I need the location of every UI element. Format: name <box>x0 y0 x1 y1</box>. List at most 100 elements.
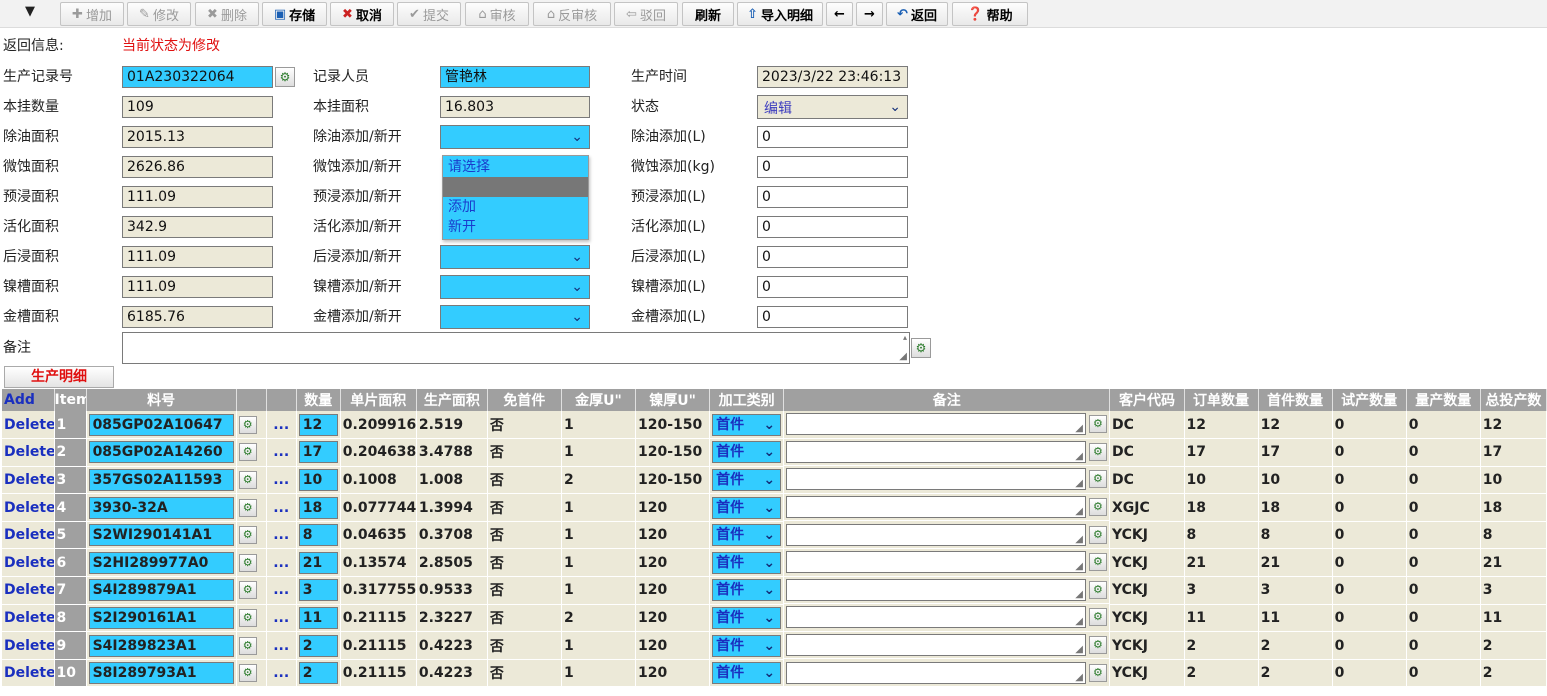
postdip-add-field[interactable]: 0 <box>757 246 908 268</box>
nickel-add-select[interactable]: ⌄ <box>440 275 590 299</box>
degrease-add-field[interactable]: 0 <box>757 126 908 148</box>
dropdown-list[interactable]: 请选择 添加 新开 <box>442 155 589 240</box>
next-record-button[interactable]: → <box>856 2 883 26</box>
delete-button[interactable]: ✖ 删除 <box>195 2 259 26</box>
delete-row-link[interactable]: Delete <box>2 604 55 633</box>
microetch-area-field[interactable]: 2626.86 <box>122 156 273 178</box>
resize-grip-icon[interactable]: ◢ <box>1075 534 1083 545</box>
qty-field[interactable]: 8 <box>298 524 338 547</box>
remark-field[interactable]: ◢ <box>786 634 1086 657</box>
add-row-link[interactable]: Add <box>2 389 55 411</box>
lookup-icon[interactable]: ⚙ <box>238 608 257 627</box>
resize-grip-icon[interactable]: ◢ <box>1075 644 1083 655</box>
qty-field[interactable]: 12 <box>298 413 338 436</box>
lookup-icon[interactable]: ⚙ <box>238 636 257 655</box>
predip-add-field[interactable]: 0 <box>757 186 908 208</box>
dropdown-option-add[interactable]: 添加 <box>443 197 588 217</box>
part-no-field[interactable]: S2I290161A1 <box>88 606 234 629</box>
process-type-select[interactable]: 首件 ⌄ <box>712 551 782 574</box>
qty-field[interactable]: 18 <box>298 496 338 519</box>
qty-field[interactable]: 2 <box>298 662 338 685</box>
add-button[interactable]: ✚ 增加 <box>60 2 124 26</box>
remark-field[interactable]: ◢ <box>786 440 1086 463</box>
remark-field[interactable]: ◢ <box>786 606 1086 629</box>
hang-qty-field[interactable]: 109 <box>122 96 273 118</box>
nickel-area-field[interactable]: 111.09 <box>122 276 273 298</box>
more-button[interactable]: ... <box>266 659 297 688</box>
qty-field[interactable]: 11 <box>298 606 338 629</box>
import-details-button[interactable]: ⇧ 导入明细 <box>737 2 823 26</box>
microetch-add-field[interactable]: 0 <box>757 156 908 178</box>
part-no-field[interactable]: S2HI289977A0 <box>88 551 234 574</box>
more-button[interactable]: ... <box>266 466 297 495</box>
process-type-select[interactable]: 首件 ⌄ <box>712 413 782 436</box>
more-button[interactable]: ... <box>266 604 297 633</box>
more-button[interactable]: ... <box>266 521 297 550</box>
qty-field[interactable]: 10 <box>298 468 338 491</box>
lookup-icon[interactable]: ⚙ <box>238 526 257 545</box>
help-button[interactable]: ❓ 帮助 <box>952 2 1028 26</box>
prod-time-field[interactable]: 2023/3/22 23:46:13 <box>757 66 908 88</box>
collapse-toggle[interactable]: ▼ <box>20 3 40 23</box>
qty-field[interactable]: 2 <box>298 634 338 657</box>
more-button[interactable]: ... <box>266 631 297 660</box>
degrease-area-field[interactable]: 2015.13 <box>122 126 273 148</box>
resize-grip-icon[interactable]: ◢ <box>899 351 907 362</box>
part-no-field[interactable]: 085GP02A14260 <box>88 441 234 464</box>
remark-lookup-icon[interactable]: ⚙ <box>1088 553 1107 572</box>
lookup-icon[interactable]: ⚙ <box>238 553 257 572</box>
process-type-select[interactable]: 首件 ⌄ <box>712 579 782 602</box>
process-type-select[interactable]: 首件 ⌄ <box>712 634 782 657</box>
remark-lookup-icon[interactable]: ⚙ <box>1088 580 1107 599</box>
remark-lookup-icon[interactable]: ⚙ <box>1088 636 1107 655</box>
process-type-select[interactable]: 首件 ⌄ <box>712 524 782 547</box>
gold-add-field[interactable]: 0 <box>757 306 908 328</box>
delete-row-link[interactable]: Delete <box>2 548 55 578</box>
qty-field[interactable]: 21 <box>298 551 338 574</box>
refresh-button[interactable]: 刷新 <box>682 2 734 26</box>
resize-grip-icon[interactable]: ◢ <box>1075 478 1083 489</box>
delete-row-link[interactable]: Delete <box>2 411 55 440</box>
prev-record-button[interactable]: ← <box>826 2 853 26</box>
part-no-field[interactable]: 357GS02A11593 <box>88 468 234 491</box>
remark-lookup-icon[interactable]: ⚙ <box>1088 525 1107 544</box>
part-no-field[interactable]: 3930-32A <box>88 496 234 519</box>
record-no-field[interactable]: 01A230322064 <box>122 66 273 88</box>
delete-row-link[interactable]: Delete <box>2 631 55 660</box>
more-button[interactable]: ... <box>266 411 297 440</box>
process-type-select[interactable]: 首件 ⌄ <box>712 441 782 464</box>
resize-grip-icon[interactable]: ◢ <box>1075 561 1083 572</box>
remark-lookup-icon[interactable]: ⚙ <box>1088 608 1107 627</box>
more-button[interactable]: ... <box>266 548 297 578</box>
resize-grip-icon[interactable]: ◢ <box>1075 451 1083 462</box>
hang-area-field[interactable]: 16.803 <box>440 96 590 118</box>
remark-field[interactable]: ◢ <box>786 661 1086 684</box>
save-button[interactable]: ▣ 存储 <box>262 2 327 26</box>
dropdown-option-new[interactable]: 新开 <box>443 217 588 237</box>
remark-field[interactable]: ◢ <box>786 468 1086 491</box>
remark-lookup-icon[interactable]: ⚙ <box>1088 470 1107 489</box>
nickel-add-field[interactable]: 0 <box>757 276 908 298</box>
remark-field[interactable]: ◢ <box>786 523 1086 546</box>
qty-field[interactable]: 17 <box>298 441 338 464</box>
return-button[interactable]: ↶ 返回 <box>886 2 948 26</box>
remark-field[interactable]: ◢ <box>786 578 1086 601</box>
gold-area-field[interactable]: 6185.76 <box>122 306 273 328</box>
lookup-icon[interactable]: ⚙ <box>238 498 257 517</box>
lookup-icon[interactable]: ⚙ <box>238 664 257 683</box>
dropdown-option-empty[interactable] <box>443 177 588 197</box>
remark-lookup-icon[interactable]: ⚙ <box>1088 498 1107 517</box>
submit-button[interactable]: ✔ 提交 <box>397 2 461 26</box>
part-no-field[interactable]: S8I289793A1 <box>88 662 234 685</box>
recorder-field[interactable]: 管艳林 <box>440 66 590 88</box>
lookup-icon[interactable]: ⚙ <box>275 67 295 87</box>
qty-field[interactable]: 3 <box>298 579 338 602</box>
remark-field[interactable]: ◢ <box>786 551 1086 574</box>
resize-grip-icon[interactable]: ◢ <box>1075 589 1083 600</box>
degrease-add-select[interactable]: ⌄ <box>440 125 590 149</box>
remark-lookup-icon[interactable]: ⚙ <box>1088 415 1107 434</box>
gold-add-select[interactable]: ⌄ <box>440 305 590 329</box>
dropdown-option-placeholder[interactable]: 请选择 <box>443 157 588 177</box>
part-no-field[interactable]: S4I289879A1 <box>88 579 234 602</box>
more-button[interactable]: ... <box>266 493 297 522</box>
